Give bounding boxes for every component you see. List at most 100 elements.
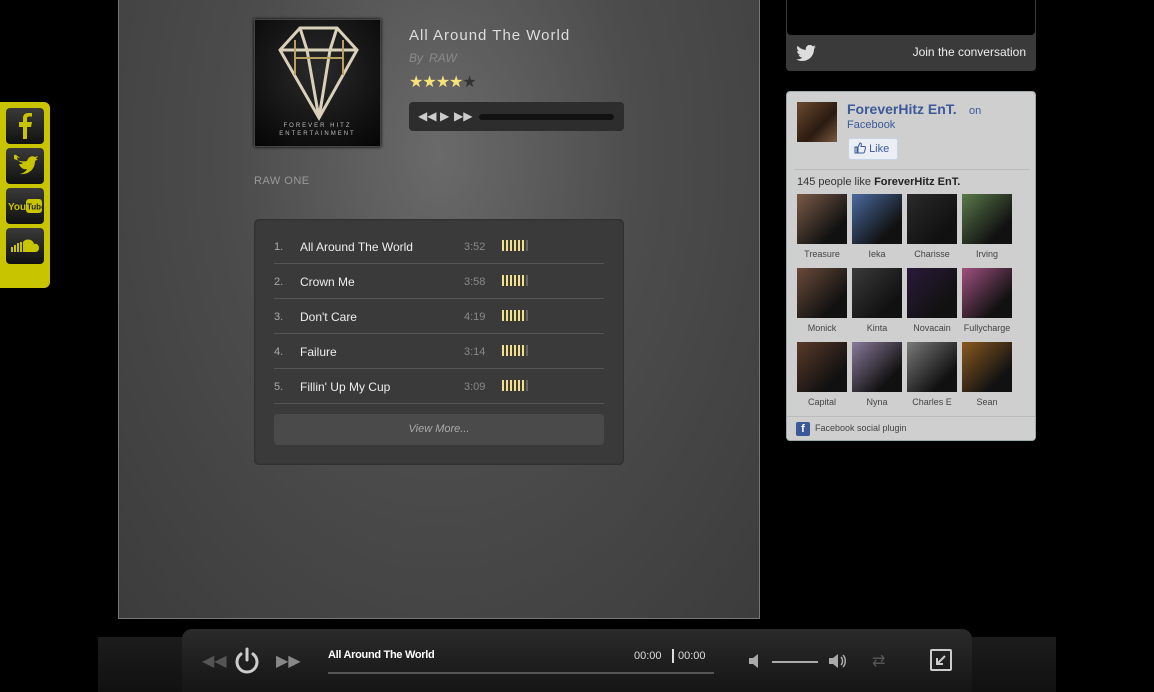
volume-high-icon[interactable] <box>828 653 848 674</box>
total-time: 00:00 <box>678 650 706 662</box>
track-row[interactable]: 2. Crown Me 3:58 <box>274 264 604 299</box>
rewind-icon[interactable]: ◀◀ <box>418 109 436 123</box>
track-name[interactable]: Crown Me <box>300 275 355 289</box>
artist-link[interactable]: RAW <box>429 51 457 65</box>
track-number: 1. <box>274 241 284 253</box>
fan-tile[interactable]: Ieka <box>852 194 902 259</box>
fan-tile[interactable]: Nyna <box>852 342 902 407</box>
fan-tile[interactable]: Charles E <box>907 342 957 407</box>
fan-tile[interactable]: Capital <box>797 342 847 407</box>
volume-slider[interactable] <box>772 661 818 663</box>
join-conversation-link[interactable]: Join the conversation <box>913 45 1026 59</box>
fan-name[interactable]: Capital <box>797 397 847 407</box>
fb-like-button[interactable]: Like <box>848 138 898 160</box>
fan-tile[interactable]: Irving <box>962 194 1012 259</box>
fan-avatar[interactable] <box>962 342 1012 392</box>
twitter-link[interactable] <box>6 148 44 184</box>
track-number: 4. <box>274 346 284 358</box>
track-name[interactable]: Failure <box>300 345 337 359</box>
fan-tile[interactable]: Novacain <box>907 268 957 333</box>
track-row[interactable]: 4. Failure 3:14 <box>274 334 604 369</box>
fast-forward-icon[interactable]: ▶▶ <box>454 109 472 123</box>
fan-avatar[interactable] <box>907 342 957 392</box>
fan-avatar[interactable] <box>962 194 1012 244</box>
next-icon[interactable]: ▶▶ <box>276 651 301 671</box>
level-bars-icon <box>502 275 530 286</box>
track-row[interactable]: 3. Don't Care 4:19 <box>274 299 604 334</box>
now-playing-title: All Around The World <box>328 649 435 661</box>
star-icon[interactable]: ★ <box>422 74 436 91</box>
fan-avatar[interactable] <box>797 342 847 392</box>
fb-page-name[interactable]: ForeverHitz EnT. <box>847 101 957 117</box>
fan-name[interactable]: Irving <box>962 249 1012 259</box>
level-bars-icon <box>502 380 530 391</box>
fan-name[interactable]: Charles E <box>907 397 957 407</box>
fan-avatar[interactable] <box>852 268 902 318</box>
fan-name[interactable]: Kinta <box>852 323 902 333</box>
twitter-bird-icon[interactable] <box>796 44 816 66</box>
volume-low-icon[interactable] <box>748 653 764 674</box>
track-duration: 3:09 <box>464 381 486 393</box>
fan-name[interactable]: Monick <box>797 323 847 333</box>
popout-icon[interactable] <box>930 649 952 671</box>
social-plugin-label[interactable]: Facebook social plugin <box>815 423 907 433</box>
album-cover: FOREVER HITZ ENTERTAINMENT <box>254 19 381 147</box>
album-name: RAW ONE <box>254 175 310 187</box>
mini-progress-bar[interactable] <box>479 114 614 120</box>
star-icon[interactable]: ★ <box>436 74 450 91</box>
track-number: 5. <box>274 381 284 393</box>
youtube-link[interactable]: YouTube <box>6 188 44 224</box>
fan-count-page: ForeverHitz EnT. <box>874 176 961 188</box>
fan-avatar[interactable] <box>797 194 847 244</box>
fan-name[interactable]: Novacain <box>907 323 957 333</box>
thumbs-up-icon <box>854 141 867 161</box>
fan-name[interactable]: Nyna <box>852 397 902 407</box>
fan-tile[interactable]: Sean <box>962 342 1012 407</box>
page-avatar[interactable] <box>797 102 837 142</box>
track-number: 3. <box>274 311 284 323</box>
divider <box>795 169 1029 170</box>
track-name[interactable]: Fillin' Up My Cup <box>300 380 390 394</box>
fan-tile[interactable]: Kinta <box>852 268 902 333</box>
fan-name[interactable]: Ieka <box>852 249 902 259</box>
star-icon[interactable]: ★ <box>409 74 423 91</box>
star-icon[interactable]: ★ <box>449 74 463 91</box>
fan-avatar[interactable] <box>962 268 1012 318</box>
song-title: All Around The World <box>409 27 571 44</box>
repeat-icon[interactable]: ⇄ <box>872 651 885 671</box>
play-icon[interactable]: ▶ <box>440 109 449 123</box>
fan-avatar[interactable] <box>797 268 847 318</box>
soundcloud-icon <box>10 236 40 256</box>
current-time: 00:00 <box>634 650 662 662</box>
fan-name[interactable]: Charisse <box>907 249 957 259</box>
fan-name[interactable]: Fullycharge <box>962 323 1012 333</box>
track-row[interactable]: 1. All Around The World 3:52 <box>274 229 604 264</box>
fan-avatar[interactable] <box>907 194 957 244</box>
fan-tile[interactable]: Charisse <box>907 194 957 259</box>
track-number: 2. <box>274 276 284 288</box>
view-more-button[interactable]: View More... <box>274 414 604 445</box>
previous-icon[interactable]: ◀◀ <box>202 651 227 671</box>
power-icon[interactable] <box>232 646 262 681</box>
fan-tile[interactable]: Monick <box>797 268 847 333</box>
star-icon[interactable]: ★ <box>462 74 476 91</box>
star-rating[interactable]: ★★★★★ <box>409 72 477 92</box>
fan-name[interactable]: Sean <box>962 397 1012 407</box>
fan-avatar[interactable] <box>852 194 902 244</box>
fan-tile[interactable]: Fullycharge <box>962 268 1012 333</box>
fan-avatar[interactable] <box>852 342 902 392</box>
fan-avatar[interactable] <box>907 268 957 318</box>
player-progress-bar[interactable] <box>328 672 714 674</box>
fan-tile[interactable]: Treasure <box>797 194 847 259</box>
track-name[interactable]: Don't Care <box>300 310 357 324</box>
cover-text: FOREVER HITZ ENTERTAINMENT <box>255 122 380 138</box>
bottom-player: ◀◀ ▶▶ All Around The World 00:00 00:00 ⇄ <box>182 629 972 692</box>
time-separator <box>672 649 674 663</box>
fb-facebook-link[interactable]: Facebook <box>847 119 895 131</box>
fb-like-label: Like <box>869 143 890 155</box>
soundcloud-link[interactable] <box>6 228 44 264</box>
track-row[interactable]: 5. Fillin' Up My Cup 3:09 <box>274 369 604 404</box>
facebook-link[interactable] <box>6 108 44 144</box>
fan-name[interactable]: Treasure <box>797 249 847 259</box>
track-name[interactable]: All Around The World <box>300 240 413 254</box>
